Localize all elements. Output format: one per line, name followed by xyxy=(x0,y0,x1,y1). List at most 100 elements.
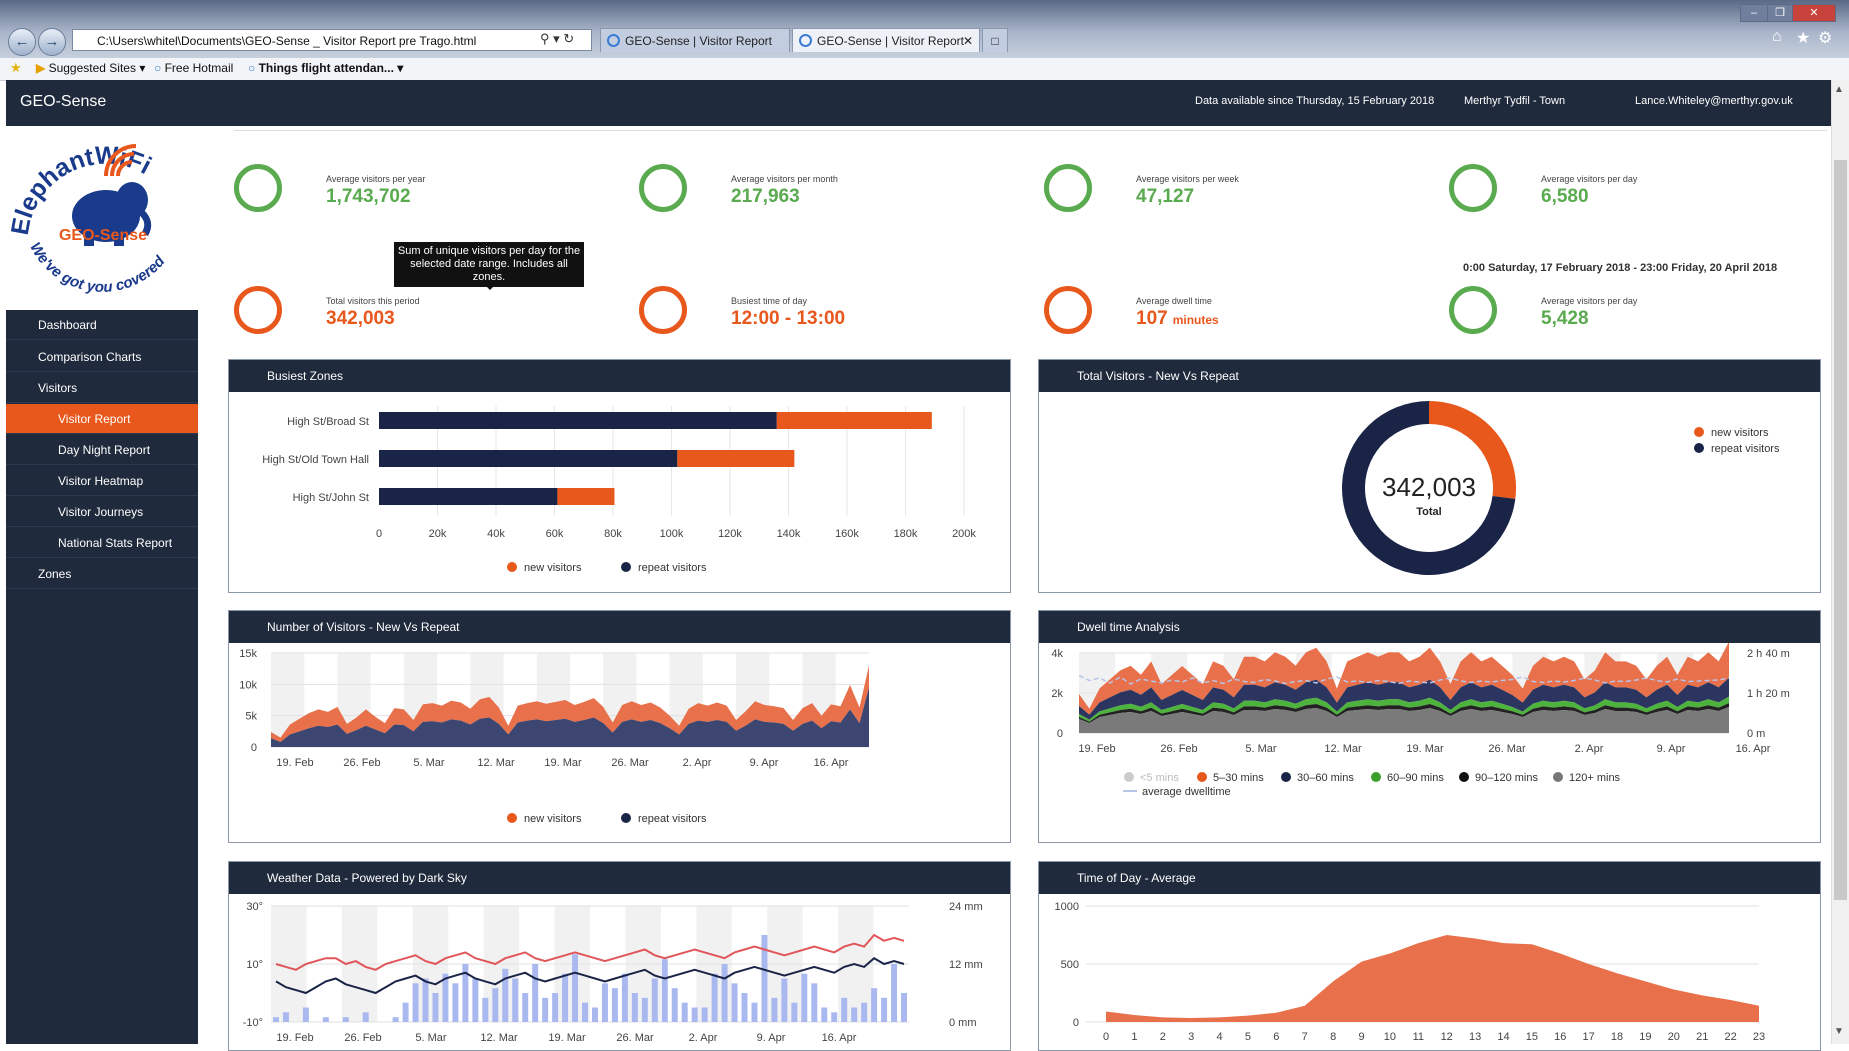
precip-bar[interactable] xyxy=(861,1002,868,1022)
precip-bar[interactable] xyxy=(851,1007,858,1023)
precip-bar[interactable] xyxy=(472,978,479,1023)
precip-bar[interactable] xyxy=(841,997,848,1022)
favorites-star-icon[interactable]: ★ xyxy=(1796,28,1810,48)
precip-bar[interactable] xyxy=(402,1002,409,1022)
precip-bar[interactable] xyxy=(681,1002,688,1022)
precip-bar[interactable] xyxy=(492,988,499,1022)
precip-bar[interactable] xyxy=(721,964,728,1022)
precip-bar[interactable] xyxy=(482,997,489,1022)
sidebar-item-visitor-heatmap[interactable]: Visitor Heatmap xyxy=(6,466,198,496)
precip-bar[interactable] xyxy=(881,997,888,1022)
area-time-of-day[interactable] xyxy=(1106,935,1759,1022)
bar-repeat-visitors[interactable] xyxy=(379,450,678,467)
scrollbar[interactable]: ▲ ▼ xyxy=(1831,80,1849,1044)
location-text[interactable]: Merthyr Tydfil - Town xyxy=(1464,95,1565,107)
precip-bar[interactable] xyxy=(362,1012,369,1022)
precip-bar[interactable] xyxy=(452,983,459,1022)
sidebar-item-day-night-report[interactable]: Day Night Report xyxy=(6,435,198,465)
precip-bar[interactable] xyxy=(392,1017,399,1022)
bar-new-visitors[interactable] xyxy=(776,412,932,429)
precip-bar[interactable] xyxy=(532,964,539,1022)
precip-bar[interactable] xyxy=(711,973,718,1022)
precip-bar[interactable] xyxy=(342,1017,349,1022)
precip-bar[interactable] xyxy=(821,1007,828,1023)
precip-bar[interactable] xyxy=(272,1017,279,1022)
precip-bar[interactable] xyxy=(601,983,608,1022)
legend-label[interactable]: repeat visitors xyxy=(638,562,707,574)
precip-bar[interactable] xyxy=(751,1002,758,1022)
precip-bar[interactable] xyxy=(901,993,908,1022)
precip-bar[interactable] xyxy=(552,993,559,1022)
favorite-things-flight[interactable]: ○ Things flight attendan... ▾ xyxy=(248,61,403,75)
restore-icon[interactable]: ❐ xyxy=(1767,4,1793,22)
precip-bar[interactable] xyxy=(542,997,549,1022)
precip-bar[interactable] xyxy=(691,1007,698,1023)
scroll-thumb[interactable] xyxy=(1834,160,1847,900)
precip-bar[interactable] xyxy=(661,959,668,1022)
precip-bar[interactable] xyxy=(512,978,519,1023)
precip-bar[interactable] xyxy=(811,983,818,1022)
precip-bar[interactable] xyxy=(302,1007,309,1023)
precip-bar[interactable] xyxy=(771,997,778,1022)
tab-visitor-report-1[interactable]: GEO-Sense | Visitor Report xyxy=(600,28,790,52)
precip-bar[interactable] xyxy=(582,1002,589,1022)
legend-label[interactable]: repeat visitors xyxy=(638,813,707,825)
precip-bar[interactable] xyxy=(322,1017,329,1022)
user-email[interactable]: Lance.Whiteley@merthyr.gov.uk xyxy=(1635,95,1793,107)
close-window-icon[interactable]: ✕ xyxy=(1792,4,1836,22)
precip-bar[interactable] xyxy=(701,1007,708,1023)
precip-bar[interactable] xyxy=(432,993,439,1022)
legend-label[interactable]: new visitors xyxy=(524,813,582,825)
legend-label[interactable]: new visitors xyxy=(1711,427,1769,439)
legend-label[interactable]: 30–60 mins xyxy=(1297,772,1354,784)
bar-repeat-visitors[interactable] xyxy=(379,412,777,429)
precip-bar[interactable] xyxy=(781,978,788,1023)
gear-icon[interactable]: ⚙ xyxy=(1818,28,1832,48)
precip-bar[interactable] xyxy=(831,1012,838,1022)
date-range[interactable]: 0:00 Saturday, 17 February 2018 - 23:00 … xyxy=(1463,262,1777,274)
precip-bar[interactable] xyxy=(611,988,618,1022)
precip-bar[interactable] xyxy=(522,993,529,1022)
close-tab-icon[interactable]: ✕ xyxy=(963,29,973,52)
sidebar-item-visitor-journeys[interactable]: Visitor Journeys xyxy=(6,497,198,527)
precip-bar[interactable] xyxy=(641,997,648,1022)
search-icon[interactable]: ⚲ ▾ ↻ xyxy=(540,31,574,47)
favorite-free-hotmail[interactable]: ○ Free Hotmail xyxy=(154,61,233,75)
precip-bar[interactable] xyxy=(422,978,429,1023)
legend-label[interactable]: 90–120 mins xyxy=(1475,772,1538,784)
precip-bar[interactable] xyxy=(871,988,878,1022)
precip-bar[interactable] xyxy=(671,988,678,1022)
address-bar[interactable]: C:\Users\whitel\Documents\GEO-Sense _ Vi… xyxy=(72,29,592,51)
favorites-star-icon[interactable]: ★ xyxy=(10,60,22,76)
precip-bar[interactable] xyxy=(412,983,419,1022)
legend-label[interactable]: new visitors xyxy=(524,562,582,574)
sidebar-item-visitor-report[interactable]: Visitor Report xyxy=(6,404,198,434)
precip-bar[interactable] xyxy=(631,993,638,1022)
precip-bar[interactable] xyxy=(801,973,808,1022)
legend-label[interactable]: average dwelltime xyxy=(1142,786,1231,798)
sidebar-item-dashboard[interactable]: Dashboard xyxy=(6,310,198,340)
sidebar-item-visitors[interactable]: Visitors xyxy=(6,373,198,403)
precip-bar[interactable] xyxy=(891,964,898,1022)
tab-visitor-report-2[interactable]: GEO-Sense | Visitor Report ✕ xyxy=(792,28,980,52)
sidebar-item-zones[interactable]: Zones xyxy=(6,559,198,589)
minimize-icon[interactable]: – xyxy=(1740,4,1768,22)
legend-label[interactable]: 5–30 mins xyxy=(1213,772,1264,784)
legend-label[interactable]: repeat visitors xyxy=(1711,443,1780,455)
scroll-down-icon[interactable]: ▼ xyxy=(1834,1026,1844,1037)
precip-bar[interactable] xyxy=(442,973,449,1022)
bar-repeat-visitors[interactable] xyxy=(379,488,558,505)
bar-new-visitors[interactable] xyxy=(677,450,795,467)
sidebar-item-national-stats-report[interactable]: National Stats Report xyxy=(6,528,198,558)
new-tab-button[interactable]: □ xyxy=(982,28,1008,52)
precip-bar[interactable] xyxy=(741,993,748,1022)
back-icon[interactable]: ← xyxy=(8,28,36,56)
precip-bar[interactable] xyxy=(591,1007,598,1023)
forward-icon[interactable]: → xyxy=(38,28,66,56)
precip-bar[interactable] xyxy=(651,978,658,1023)
precip-bar[interactable] xyxy=(562,973,569,1022)
precip-bar[interactable] xyxy=(731,983,738,1022)
favorite-suggested-sites[interactable]: ▶ Suggested Sites ▾ xyxy=(36,61,145,75)
sidebar-item-comparison-charts[interactable]: Comparison Charts xyxy=(6,342,198,372)
legend-label[interactable]: 60–90 mins xyxy=(1387,772,1444,784)
